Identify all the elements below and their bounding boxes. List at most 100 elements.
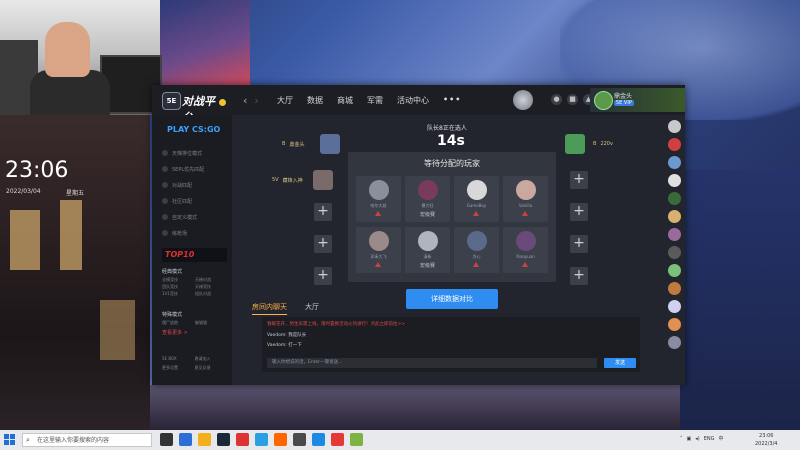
friend-avatar[interactable] (668, 300, 681, 313)
add-player-button[interactable]: + (570, 171, 588, 189)
candidate-card[interactable]: GameBoy (454, 176, 499, 222)
language-indicator[interactable]: ENG (704, 436, 715, 442)
top10-banner[interactable]: TOP10 (162, 248, 227, 262)
mode-link[interactable]: 僵尸逃跑 (162, 320, 191, 326)
friend-avatar[interactable] (668, 282, 681, 295)
windows-start-icon[interactable] (4, 434, 15, 445)
send-button[interactable]: 发送 (604, 358, 636, 368)
friend-avatar[interactable] (668, 192, 681, 205)
friend-avatar[interactable] (668, 174, 681, 187)
app-icon[interactable] (274, 433, 287, 446)
steam-icon[interactable] (217, 433, 230, 446)
network-icon[interactable]: ▣ (687, 436, 692, 442)
taskbar-search-input[interactable]: 在这里输入你要搜索的内容 (22, 433, 152, 447)
friend-avatar[interactable] (668, 228, 681, 241)
app-icon[interactable] (179, 433, 192, 446)
detail-compare-button[interactable]: 详细数据对比 (406, 289, 498, 309)
app-logo[interactable]: 5E 对战平台 (162, 90, 226, 124)
special-mode-title: 特殊模式 (162, 312, 183, 318)
mode-link[interactable]: 团队竞技 (162, 284, 191, 290)
sidebar-item-custom[interactable]: 自定义模式 (162, 209, 204, 225)
bell-icon[interactable]: ● (551, 94, 562, 105)
forward-arrow-icon[interactable]: › (254, 94, 258, 107)
nav-data[interactable]: 数据 (307, 95, 323, 106)
team-left-player[interactable]: 5V 藏锋入神 (272, 169, 333, 191)
app-icon[interactable] (236, 433, 249, 446)
avatar[interactable] (594, 91, 613, 110)
feedback-link[interactable]: 意见反馈 (195, 365, 225, 371)
friend-avatar[interactable] (668, 138, 681, 151)
mode-link[interactable]: 躲猫猫 (195, 320, 224, 326)
add-player-button[interactable]: + (570, 203, 588, 221)
nav-more[interactable]: ••• (443, 95, 461, 106)
tab-lobby-chat[interactable]: 大厅 (305, 302, 319, 315)
folder-icon[interactable] (198, 433, 211, 446)
app-window: 5E 对战平台 ‹ › 大厅 数据 商城 军需 活动中心 ••• ● ■ ▲ 鼎… (152, 85, 685, 385)
add-player-button[interactable]: + (314, 267, 332, 285)
play-csgo-label[interactable]: PLAY CS:GO (167, 125, 220, 134)
top-bar: 5E 对战平台 ‹ › 大厅 数据 商城 军需 活动中心 ••• ● ■ ▲ 鼎… (152, 85, 685, 124)
candidate-card[interactable]: Vanilla (503, 176, 548, 222)
mode-link[interactable]: 1V1竞技 (162, 291, 191, 297)
back-arrow-icon[interactable]: ‹ (243, 94, 247, 107)
sidebar-item-ladder[interactable]: 天梯排位模式 (162, 145, 204, 161)
nav-lobby[interactable]: 大厅 (277, 95, 293, 106)
sidebar-item-5epl[interactable]: 5EPL优先匹配 (162, 161, 204, 177)
sidebar-item-match[interactable]: 对战匹配 (162, 177, 204, 193)
nav-supplies[interactable]: 军需 (367, 95, 383, 106)
candidate-card[interactable]: 哈尔大叔 (356, 176, 401, 222)
settings-link[interactable]: 更多设置 (162, 365, 192, 371)
nav-events[interactable]: 活动中心 (397, 95, 429, 106)
friend-avatar[interactable] (668, 246, 681, 259)
team-left-player[interactable]: B 鼎金头 (282, 133, 341, 155)
add-player-button[interactable]: + (314, 203, 332, 221)
candidate-card[interactable]: 冷心 (454, 227, 499, 273)
candidate-card[interactable]: 暴力狂 宏级赛 (405, 176, 450, 222)
friend-avatar[interactable] (668, 336, 681, 349)
mode-link[interactable]: 天梯竞技 (195, 284, 224, 290)
taskbar-clock[interactable]: 23:06 2022/3/4 (755, 432, 777, 448)
box-link[interactable]: 5E BOX (162, 356, 192, 362)
rank-icon (522, 262, 528, 267)
chat-tabs: 房间内聊天 大厅 (252, 302, 319, 315)
user-profile[interactable]: 鼎金头 5E VIP (590, 88, 685, 112)
invite-link[interactable]: 邀请加入 (195, 356, 225, 362)
mode-link[interactable]: 全模竞技 (162, 277, 191, 283)
app-icon[interactable] (255, 433, 268, 446)
friend-avatar[interactable] (668, 156, 681, 169)
app-icon[interactable] (312, 433, 325, 446)
rank-emblem-icon[interactable] (513, 90, 533, 110)
sidebar-item-practice[interactable]: 练枪场 (162, 225, 204, 241)
sidebar-item-community[interactable]: 社区匹配 (162, 193, 204, 209)
nav-shop[interactable]: 商城 (337, 95, 353, 106)
mode-link[interactable]: 组队对战 (195, 291, 224, 297)
candidate-card[interactable]: 邓禾大飞 (356, 227, 401, 273)
queue-status: 队长8正在选人 (427, 125, 467, 132)
add-player-button[interactable]: + (570, 235, 588, 253)
tab-room-chat[interactable]: 房间内聊天 (252, 302, 287, 315)
message-icon[interactable]: ■ (567, 94, 578, 105)
task-view-icon[interactable] (160, 433, 173, 446)
mode-link[interactable]: 天梯对战 (195, 277, 224, 283)
friend-avatar[interactable] (668, 120, 681, 133)
add-player-button[interactable]: + (570, 267, 588, 285)
csgo-icon[interactable] (293, 433, 306, 446)
candidate-card[interactable]: 清新 宏级赛 (405, 227, 450, 273)
ime-icon[interactable]: 中 (718, 435, 723, 442)
system-message[interactable]: 春暖花开，势生军需上线，限时置换活动火热进行！点此立即前往>> (267, 321, 405, 327)
friend-avatar[interactable] (668, 318, 681, 331)
taskbar-apps (160, 433, 363, 446)
team-right-player[interactable]: B 220v (565, 133, 613, 155)
more-modes-link[interactable]: 查看更多 > (162, 329, 224, 336)
webcam-overlay (0, 0, 162, 115)
add-player-button[interactable]: + (314, 235, 332, 253)
app-icon[interactable] (331, 433, 344, 446)
candidate-card[interactable]: Xiaoyuan (503, 227, 548, 273)
chat-input[interactable]: 输入你想说的话，Enter一键发送... (267, 358, 597, 368)
friend-avatar[interactable] (668, 264, 681, 277)
volume-icon[interactable]: ◂) (695, 436, 699, 442)
friend-avatar[interactable] (668, 210, 681, 223)
app-icon[interactable] (350, 433, 363, 446)
main-nav: 大厅 数据 商城 军需 活动中心 ••• (277, 95, 461, 106)
tray-up-icon[interactable]: ˄ (680, 436, 683, 442)
